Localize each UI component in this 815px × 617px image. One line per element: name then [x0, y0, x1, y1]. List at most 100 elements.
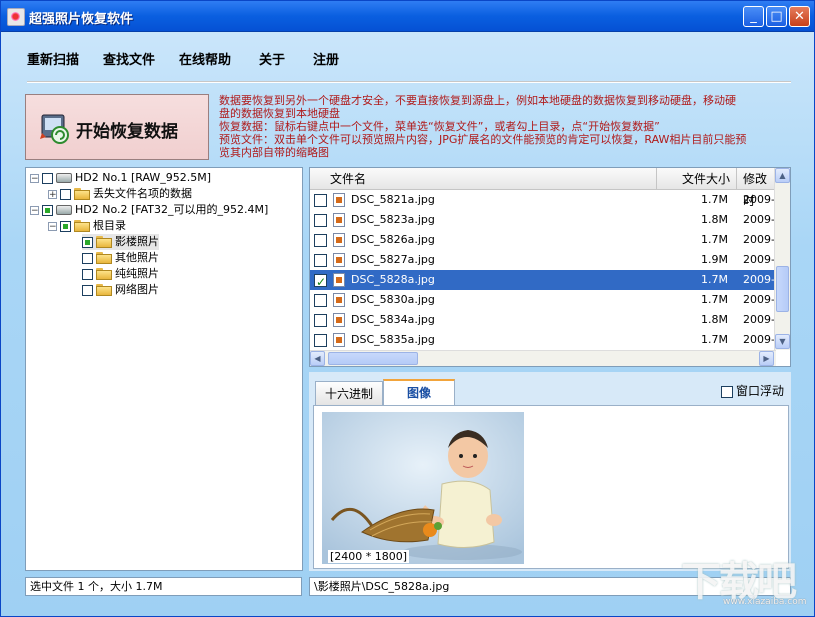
tree-checkbox[interactable] — [60, 220, 71, 232]
minimize-button[interactable]: _ — [743, 6, 764, 27]
notice-line: 盘的数据恢复到本地硬盘 — [219, 107, 340, 120]
menu-rescan[interactable]: 重新扫描 — [27, 49, 79, 68]
tree-node-drive-1[interactable]: − HD2 No.1 [RAW_952.5M] — [30, 170, 211, 186]
title-bar[interactable]: 超强照片恢复软件 _ □ ✕ — [1, 1, 814, 32]
menu-find-file[interactable]: 查找文件 — [103, 49, 155, 68]
start-recovery-button[interactable]: 开始恢复数据 — [25, 94, 209, 160]
file-checkbox[interactable] — [314, 272, 327, 292]
file-row[interactable]: DSC_5827a.jpg 1.9M 2009-1 — [310, 250, 782, 270]
file-row-selected[interactable]: DSC_5828a.jpg 1.7M 2009-1 — [310, 270, 782, 292]
file-row[interactable]: DSC_5834a.jpg 1.8M 2009-1 — [310, 310, 782, 330]
instruction-notice: 数据要恢复到另外一个硬盘才安全，不要直接恢复到源盘上，例如本地硬盘的数据恢复到移… — [219, 94, 791, 159]
menu-about[interactable]: 关于 — [259, 49, 285, 68]
file-size: 1.7M — [701, 273, 728, 286]
column-header-size[interactable]: 文件大小 — [657, 168, 737, 190]
hard-drive-icon — [56, 173, 72, 183]
file-name: DSC_5821a.jpg — [351, 193, 435, 206]
file-name: DSC_5834a.jpg — [351, 313, 435, 326]
float-window-label: 窗口浮动 — [736, 384, 785, 398]
folder-icon — [96, 284, 112, 296]
notice-line: 览其内部自带的缩略图 — [219, 146, 329, 159]
file-size: 1.7M — [701, 193, 728, 206]
horizontal-scrollbar[interactable]: ◀ ▶ — [310, 350, 776, 366]
tab-hex[interactable]: 十六进制 — [315, 381, 383, 405]
image-dimensions: [2400 * 1800] — [328, 550, 410, 563]
float-window-checkbox[interactable] — [721, 385, 733, 398]
tree-checkbox[interactable] — [42, 172, 53, 184]
file-row[interactable]: DSC_5823a.jpg 1.8M 2009-1 — [310, 210, 782, 230]
app-window: 超强照片恢复软件 _ □ ✕ 重新扫描 查找文件 在线帮助 关于 注册 开始恢复… — [0, 0, 815, 617]
tree-checkbox[interactable] — [42, 204, 53, 216]
collapse-icon[interactable]: − — [48, 221, 57, 231]
expand-icon[interactable]: + — [48, 189, 57, 199]
menu-online-help[interactable]: 在线帮助 — [179, 49, 231, 68]
scroll-down-icon[interactable]: ▼ — [775, 334, 790, 349]
collapse-icon[interactable]: − — [30, 173, 39, 183]
folder-icon — [74, 188, 90, 200]
tree-node-drive-2[interactable]: − HD2 No.2 [FAT32_可以用的_952.4M] — [30, 202, 268, 218]
file-checkbox[interactable] — [314, 334, 327, 347]
window-title: 超强照片恢复软件 — [29, 12, 134, 27]
directory-tree[interactable]: − HD2 No.1 [RAW_952.5M] + 丢失文件名项的数据 − HD2 N… — [25, 167, 303, 571]
column-header-name[interactable]: 文件名 — [310, 168, 657, 190]
file-checkbox[interactable] — [314, 194, 327, 207]
vertical-scroll-thumb[interactable] — [776, 266, 789, 312]
tree-node-label: 根目录 — [93, 219, 126, 232]
scroll-right-icon[interactable]: ▶ — [759, 351, 774, 366]
tree-node-web-images[interactable]: 网络图片 — [82, 282, 159, 298]
jpg-file-icon — [333, 193, 345, 207]
notice-line: 预览文件：双击单个文件可以预览照片内容，JPG扩展名的文件能预览的肯定可以恢复，… — [219, 133, 747, 146]
file-row[interactable]: DSC_5821a.jpg 1.7M 2009-1 — [310, 190, 782, 210]
file-checkbox[interactable] — [314, 214, 327, 227]
file-list[interactable]: 文件名 文件大小 修改时 DSC_5821a.jpg 1.7M 2009-1 D… — [309, 167, 791, 367]
file-name: DSC_5827a.jpg — [351, 253, 435, 266]
file-row[interactable]: DSC_5826a.jpg 1.7M 2009-1 — [310, 230, 782, 250]
tree-node-root[interactable]: − 根目录 — [48, 218, 126, 234]
menu-bar: 重新扫描 查找文件 在线帮助 关于 注册 — [1, 39, 814, 75]
file-checkbox[interactable] — [314, 234, 327, 247]
jpg-file-icon — [333, 213, 345, 227]
tree-node-label: 丢失文件名项的数据 — [93, 187, 192, 200]
jpg-file-icon — [333, 293, 345, 307]
watermark-url: www.xiazaiba.com — [723, 597, 807, 607]
tree-node-lost-files[interactable]: + 丢失文件名项的数据 — [48, 186, 192, 202]
tree-node-label: 其他照片 — [115, 251, 159, 264]
image-preview-pane: [2400 * 1800] — [313, 405, 789, 569]
hard-drive-icon — [56, 205, 72, 215]
scroll-up-icon[interactable]: ▲ — [775, 168, 790, 183]
file-size: 1.7M — [701, 233, 728, 246]
file-row[interactable]: DSC_5830a.jpg 1.7M 2009-1 — [310, 290, 782, 310]
file-name: DSC_5823a.jpg — [351, 213, 435, 226]
tree-checkbox[interactable] — [82, 284, 93, 296]
file-size: 1.8M — [701, 213, 728, 226]
tree-checkbox[interactable] — [60, 188, 71, 200]
float-window-option[interactable]: 窗口浮动 — [721, 382, 784, 399]
menu-separator — [27, 81, 791, 83]
tree-checkbox[interactable] — [82, 252, 93, 264]
maximize-button[interactable]: □ — [766, 6, 787, 27]
tree-node-studio-photos[interactable]: 影楼照片 — [82, 234, 159, 250]
vertical-scrollbar[interactable]: ▲ ▼ — [774, 168, 790, 350]
tree-node-pure-photos[interactable]: 纯纯照片 — [82, 266, 159, 282]
menu-register[interactable]: 注册 — [313, 49, 339, 68]
file-row[interactable]: DSC_5835a.jpg 1.7M 2009-1 — [310, 330, 782, 350]
tree-checkbox[interactable] — [82, 268, 93, 280]
file-checkbox[interactable] — [314, 294, 327, 307]
recovery-icon — [40, 114, 69, 144]
scroll-left-icon[interactable]: ◀ — [310, 351, 325, 366]
tab-image[interactable]: 图像 — [383, 379, 455, 406]
file-checkbox[interactable] — [314, 314, 327, 327]
close-button[interactable]: ✕ — [789, 6, 810, 27]
folder-icon — [96, 268, 112, 280]
jpg-file-icon — [333, 333, 345, 347]
horizontal-scroll-thumb[interactable] — [328, 352, 418, 365]
preview-panel: 十六进制 图像 窗口浮动 [2400 * 1800] — [309, 372, 791, 571]
column-header-modified[interactable]: 修改时 — [737, 168, 777, 208]
file-size: 1.8M — [701, 313, 728, 326]
collapse-icon[interactable]: − — [30, 205, 39, 215]
jpg-file-icon — [333, 273, 345, 287]
tree-node-other-photos[interactable]: 其他照片 — [82, 250, 159, 266]
tree-checkbox[interactable] — [82, 236, 93, 248]
file-checkbox[interactable] — [314, 254, 327, 267]
notice-line: 恢复数据：鼠标右键点中一个文件，菜单选“恢复文件”，或者勾上目录，点“开始恢复数… — [219, 120, 660, 133]
